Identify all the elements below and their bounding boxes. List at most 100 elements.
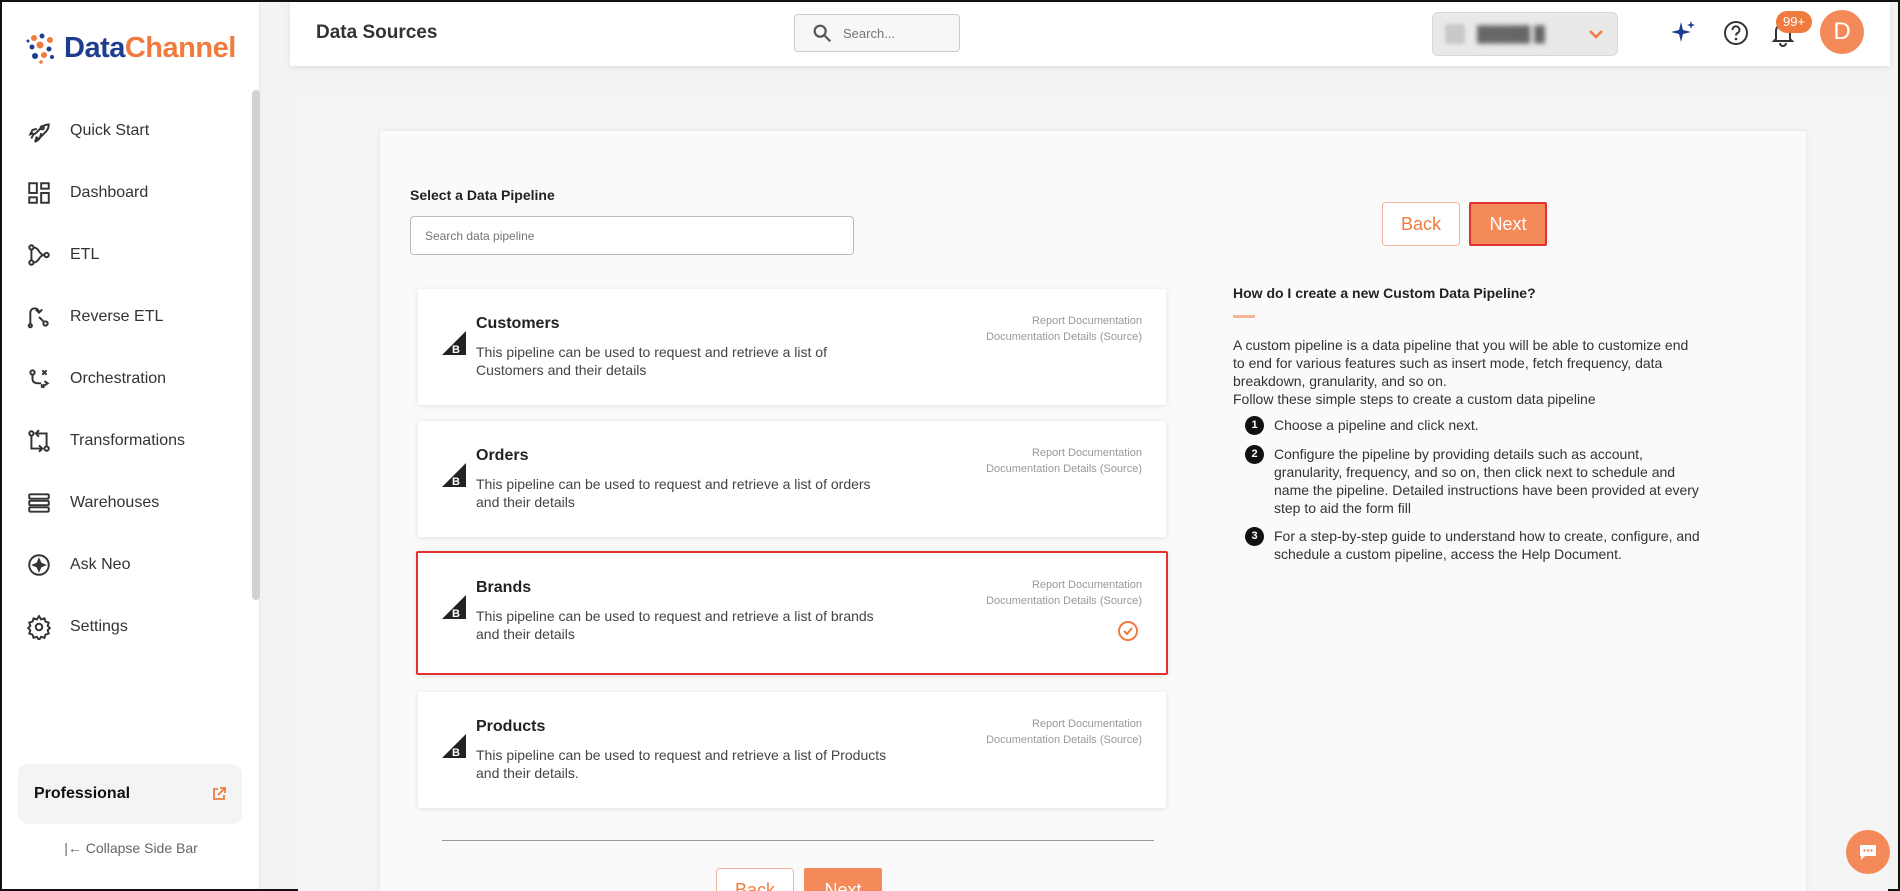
bigcommerce-logo-icon: B (442, 734, 466, 759)
help-intro: A custom pipeline is a data pipeline tha… (1233, 336, 1703, 408)
next-button-bottom[interactable]: Next (804, 868, 882, 891)
help-title: How do I create a new Custom Data Pipeli… (1233, 285, 1536, 301)
collapse-label: Collapse Side Bar (85, 840, 198, 856)
divider (442, 840, 1154, 841)
pipeline-description: This pipeline can be used to request and… (476, 747, 887, 781)
global-search-input[interactable] (843, 25, 943, 41)
step-number: 3 (1245, 527, 1264, 546)
help-accent-bar (1233, 315, 1255, 318)
sidebar-item-orchestration[interactable]: Orchestration (2, 348, 250, 410)
gear-icon (26, 614, 52, 640)
pipeline-title: Customers (476, 315, 560, 332)
report-documentation-link[interactable]: Report Documentation (986, 313, 1142, 329)
doc-links: Report Documentation Documentation Detai… (986, 716, 1142, 748)
report-documentation-link[interactable]: Report Documentation (986, 577, 1142, 593)
back-button-bottom[interactable]: Back (716, 868, 794, 891)
pipeline-search-input[interactable] (410, 216, 854, 255)
pipeline-description: This pipeline can be used to request and… (476, 608, 874, 642)
sidebar-item-dashboard[interactable]: Dashboard (2, 162, 250, 224)
sidebar-item-label: Dashboard (70, 184, 149, 201)
doc-links: Report Documentation Documentation Detai… (986, 313, 1142, 345)
sidebar-item-label: Orchestration (70, 370, 167, 387)
sidebar-item-label: Warehouses (70, 494, 160, 511)
pipeline-card-brands[interactable]: B Brands This pipeline can be used to re… (416, 551, 1168, 675)
chat-widget-button[interactable] (1846, 830, 1890, 874)
pipeline-card-customers[interactable]: B Customers This pipeline can be used to… (418, 289, 1166, 405)
pipeline-description: This pipeline can be used to request and… (476, 344, 827, 378)
ai-sparkle-button[interactable] (1668, 18, 1700, 50)
documentation-details-link[interactable]: Documentation Details (Source) (986, 329, 1142, 345)
reverse-etl-icon (27, 307, 49, 329)
datachannel-logo[interactable]: DataChannel (24, 30, 236, 66)
sidebar-item-label: ETL (70, 246, 100, 263)
bigcommerce-logo-icon: B (442, 463, 466, 488)
sidebar-item-label: Transformations (70, 432, 185, 449)
etl-icon (28, 244, 50, 266)
help-step: 2 Configure the pipeline by providing de… (1245, 445, 1705, 517)
report-documentation-link[interactable]: Report Documentation (986, 716, 1142, 732)
external-link-icon[interactable] (212, 787, 226, 801)
workspace-name-redacted: █████ █ (1477, 25, 1545, 43)
svg-text:B: B (452, 747, 460, 759)
bigcommerce-logo-icon: B (442, 595, 466, 620)
sidebar-item-label: Quick Start (70, 122, 150, 139)
sidebar-item-transformations[interactable]: Transformations (2, 410, 250, 472)
help-step: 1 Choose a pipeline and click next. (1245, 416, 1705, 435)
step-number: 2 (1245, 445, 1264, 464)
workspace-icon (1445, 24, 1465, 44)
svg-text:B: B (452, 344, 460, 356)
help-button[interactable] (1721, 18, 1753, 50)
help-intro-follow: Follow these simple steps to create a cu… (1233, 391, 1596, 407)
sidebar-item-reverse-etl[interactable]: Reverse ETL (2, 286, 250, 348)
page-title: Data Sources (316, 22, 438, 43)
logo-text: DataChannel (64, 31, 236, 64)
pipeline-title: Orders (476, 447, 529, 464)
report-documentation-link[interactable]: Report Documentation (986, 445, 1142, 461)
dashboard-icon (28, 182, 50, 204)
orchestration-icon (29, 369, 50, 389)
sidebar-item-etl[interactable]: ETL (2, 224, 250, 286)
sidebar-nav: Quick Start Dashboard ETL Reverse ETL Or… (2, 100, 250, 658)
sidebar: DataChannel Quick Start Dashboard ETL Re… (2, 2, 260, 889)
search-icon (813, 24, 832, 43)
user-avatar[interactable]: D (1820, 10, 1864, 54)
sidebar-item-warehouses[interactable]: Warehouses (2, 472, 250, 534)
sidebar-item-settings[interactable]: Settings (2, 596, 250, 658)
sparkle-icon (1671, 21, 1695, 42)
step-number: 1 (1245, 416, 1264, 435)
check-circle-icon (1118, 621, 1138, 641)
transformations-icon (28, 429, 50, 453)
step-text: For a step-by-step guide to understand h… (1274, 528, 1700, 562)
documentation-details-link[interactable]: Documentation Details (Source) (986, 593, 1142, 609)
plan-card[interactable]: Professional (18, 764, 242, 824)
help-steps: 1 Choose a pipeline and click next. 2 Co… (1245, 416, 1705, 573)
workspace-selector[interactable]: █████ █ (1432, 12, 1618, 56)
back-button[interactable]: Back (1382, 202, 1460, 246)
global-search[interactable] (794, 14, 960, 52)
pipeline-card-products[interactable]: B Products This pipeline can be used to … (418, 692, 1166, 808)
sidebar-scrollbar[interactable] (252, 90, 260, 600)
help-intro-text: A custom pipeline is a data pipeline tha… (1233, 337, 1689, 389)
notification-badge: 99+ (1776, 11, 1812, 33)
sidebar-item-quick-start[interactable]: Quick Start (2, 100, 250, 162)
top-header: Data Sources (290, 2, 1890, 66)
documentation-details-link[interactable]: Documentation Details (Source) (986, 732, 1142, 748)
select-pipeline-label: Select a Data Pipeline (410, 187, 555, 203)
doc-links: Report Documentation Documentation Detai… (986, 577, 1142, 609)
pipeline-title: Brands (476, 579, 532, 596)
rocket-icon (28, 123, 50, 143)
warehouses-icon (28, 493, 50, 513)
sidebar-item-ask-neo[interactable]: Ask Neo (2, 534, 250, 596)
collapse-icon: |← (64, 840, 82, 856)
next-button[interactable]: Next (1469, 202, 1547, 246)
sidebar-item-label: Settings (70, 618, 128, 635)
chevron-down-icon (1589, 30, 1603, 39)
documentation-details-link[interactable]: Documentation Details (Source) (986, 461, 1142, 477)
step-text: Choose a pipeline and click next. (1274, 417, 1479, 433)
pipeline-title: Products (476, 718, 546, 735)
collapse-sidebar-button[interactable]: |← Collapse Side Bar (2, 840, 260, 856)
sidebar-item-label: Ask Neo (70, 556, 131, 573)
ask-neo-icon (28, 554, 50, 576)
pipeline-card-orders[interactable]: B Orders This pipeline can be used to re… (418, 421, 1166, 537)
step-text: Configure the pipeline by providing deta… (1274, 446, 1699, 516)
